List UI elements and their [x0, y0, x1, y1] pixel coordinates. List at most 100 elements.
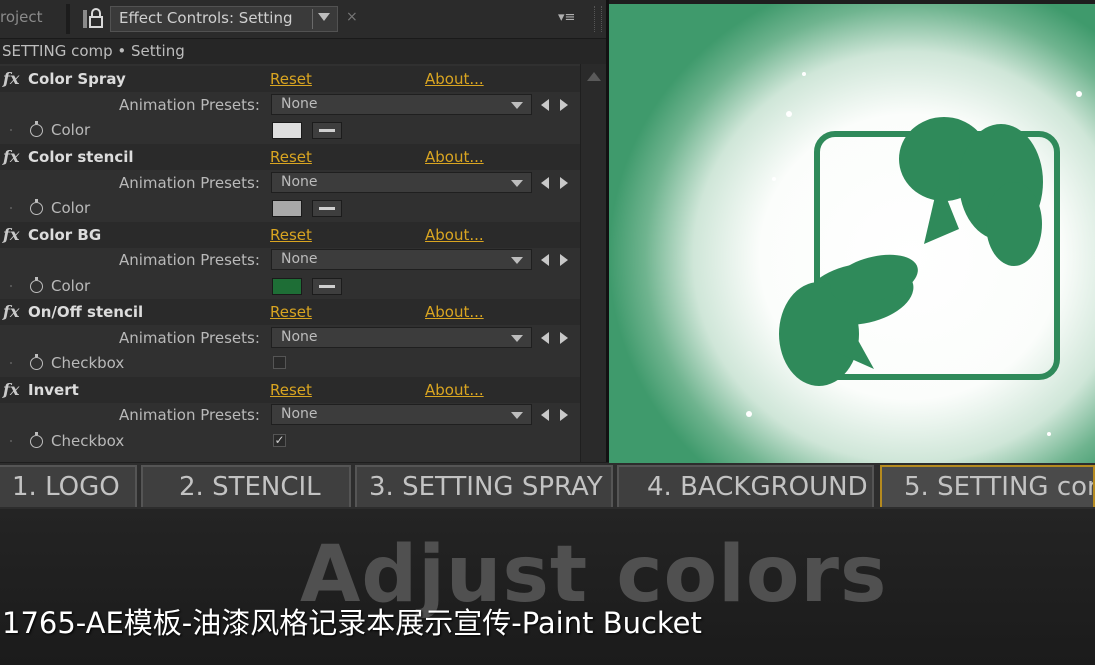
fx-icon[interactable]: fx	[3, 380, 19, 399]
previous-preset-icon[interactable]	[541, 177, 549, 189]
tab-project[interactable]: roject	[0, 8, 43, 26]
scroll-up-icon[interactable]	[587, 72, 601, 81]
animation-presets-label: Animation Presets:	[119, 329, 260, 347]
tab-effect-controls-label: Effect Controls: Setting	[119, 9, 293, 27]
about-link[interactable]: About...	[425, 148, 484, 166]
animation-presets-select[interactable]: None	[271, 172, 532, 193]
animation-presets-label: Animation Presets:	[119, 251, 260, 269]
eyedropper-icon[interactable]	[312, 122, 342, 139]
previous-preset-icon[interactable]	[541, 409, 549, 421]
animation-presets-row: Animation Presets: None	[0, 92, 580, 118]
stopwatch-icon[interactable]	[30, 432, 43, 448]
panel-grip-handle[interactable]	[594, 6, 602, 32]
scrollbar[interactable]	[580, 64, 607, 462]
color-swatch[interactable]	[272, 200, 302, 217]
preview-canvas	[609, 4, 1095, 464]
animation-presets-select[interactable]: None	[271, 249, 532, 270]
stopwatch-icon[interactable]	[30, 277, 43, 293]
tab-separator	[312, 9, 313, 29]
animation-presets-row: Animation Presets: None	[0, 247, 580, 273]
animation-presets-row: Animation Presets: None	[0, 402, 580, 428]
effect-header-color-bg[interactable]: fx Color BG Reset About...	[0, 222, 580, 248]
previous-preset-icon[interactable]	[541, 332, 549, 344]
next-preset-icon[interactable]	[560, 332, 568, 344]
lock-icon[interactable]	[80, 8, 106, 30]
color-swatch[interactable]	[272, 122, 302, 139]
twirl-dot	[10, 440, 12, 442]
panel-menu-icon[interactable]: ▾≡	[558, 10, 575, 25]
reset-link[interactable]: Reset	[270, 381, 312, 399]
effect-name: Color stencil	[28, 148, 134, 166]
preset-value: None	[281, 174, 318, 190]
video-watermark: 1765-AE模板-油漆风格记录本展示宣传-Paint Bucket	[2, 606, 702, 640]
next-preset-icon[interactable]	[560, 254, 568, 266]
preset-value: None	[281, 251, 318, 267]
effect-header-color-stencil[interactable]: fx Color stencil Reset About...	[0, 144, 580, 170]
eyedropper-icon[interactable]	[312, 278, 342, 295]
preset-value: None	[281, 96, 318, 112]
about-link[interactable]: About...	[425, 226, 484, 244]
previous-preset-icon[interactable]	[541, 254, 549, 266]
about-link[interactable]: About...	[425, 381, 484, 399]
close-icon[interactable]: ×	[346, 9, 358, 25]
tab-divider	[66, 4, 70, 34]
preset-value: None	[281, 406, 318, 422]
stopwatch-icon[interactable]	[30, 354, 43, 370]
animation-presets-label: Animation Presets:	[119, 406, 260, 424]
property-row: Color	[0, 195, 580, 221]
checkbox-checked[interactable]: ✓	[273, 434, 286, 447]
reset-link[interactable]: Reset	[270, 303, 312, 321]
about-link[interactable]: About...	[425, 303, 484, 321]
effect-header-color-spray[interactable]: fx Color Spray Reset About...	[0, 66, 580, 92]
about-link[interactable]: About...	[425, 70, 484, 88]
section-tab-bar: 1. LOGO 2. STENCIL 3. SETTING SPRAY 4. B…	[0, 463, 1095, 509]
fx-icon[interactable]: fx	[3, 225, 19, 244]
twirl-dot	[10, 207, 12, 209]
tab-setting-comp[interactable]: 5. SETTING com	[880, 465, 1095, 507]
chevron-down-icon	[511, 257, 523, 264]
tab-effect-controls[interactable]: Effect Controls: Setting	[110, 6, 338, 32]
next-preset-icon[interactable]	[560, 177, 568, 189]
effects-list: fx Color Spray Reset About... Animation …	[0, 64, 580, 462]
property-label: Checkbox	[51, 432, 125, 450]
property-label: Checkbox	[51, 354, 125, 372]
tab-setting-spray[interactable]: 3. SETTING SPRAY	[355, 465, 613, 507]
chevron-down-icon[interactable]	[318, 13, 330, 21]
animation-presets-select[interactable]: None	[271, 94, 532, 115]
twirl-dot	[10, 362, 12, 364]
stopwatch-icon[interactable]	[30, 121, 43, 137]
tab-stencil[interactable]: 2. STENCIL	[141, 465, 351, 507]
previous-preset-icon[interactable]	[541, 99, 549, 111]
animation-presets-select[interactable]: None	[271, 404, 532, 425]
animation-presets-row: Animation Presets: None	[0, 325, 580, 351]
animation-presets-select[interactable]: None	[271, 327, 532, 348]
color-swatch[interactable]	[272, 278, 302, 295]
eyedropper-icon[interactable]	[312, 200, 342, 217]
effect-name: On/Off stencil	[28, 303, 144, 321]
panel-tab-bar: roject Effect Controls: Setting × ▾≡	[0, 0, 608, 39]
reset-link[interactable]: Reset	[270, 70, 312, 88]
next-preset-icon[interactable]	[560, 99, 568, 111]
chevron-down-icon	[511, 102, 523, 109]
effect-header-on-off-stencil[interactable]: fx On/Off stencil Reset About...	[0, 299, 580, 325]
chevron-down-icon	[511, 412, 523, 419]
tab-background[interactable]: 4. BACKGROUND	[617, 465, 874, 507]
checkbox[interactable]	[273, 356, 286, 369]
property-row: Color	[0, 117, 580, 143]
fx-icon[interactable]: fx	[3, 302, 19, 321]
property-label: Color	[51, 121, 91, 139]
property-row: Color	[0, 273, 580, 299]
stopwatch-icon[interactable]	[30, 199, 43, 215]
twirl-dot	[10, 285, 12, 287]
tab-logo[interactable]: 1. LOGO	[0, 465, 137, 507]
fx-icon[interactable]: fx	[3, 69, 19, 88]
chevron-down-icon	[511, 335, 523, 342]
next-preset-icon[interactable]	[560, 409, 568, 421]
composition-preview	[609, 4, 1095, 464]
effect-name: Invert	[28, 381, 79, 399]
effect-header-invert[interactable]: fx Invert Reset About...	[0, 377, 580, 403]
reset-link[interactable]: Reset	[270, 226, 312, 244]
fx-icon[interactable]: fx	[3, 147, 19, 166]
property-label: Color	[51, 199, 91, 217]
reset-link[interactable]: Reset	[270, 148, 312, 166]
